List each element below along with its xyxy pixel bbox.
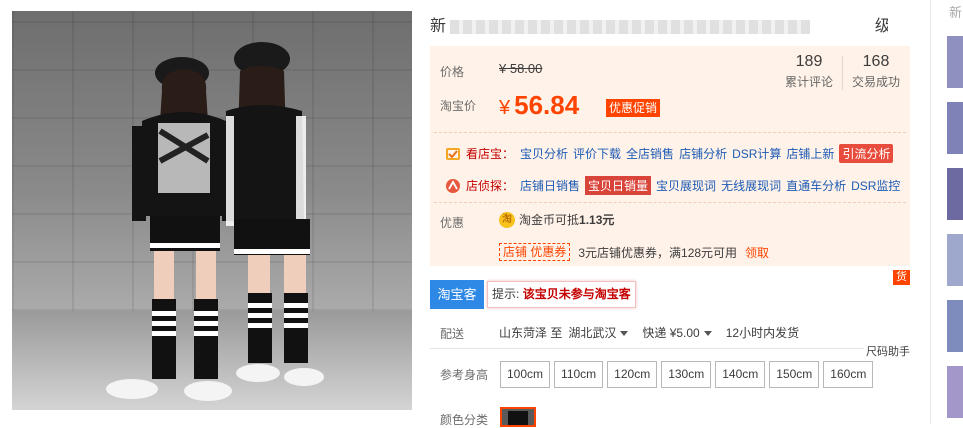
detect-link-dsr-monitor[interactable]: DSR监控 — [851, 177, 900, 194]
claim-coupon-link[interactable]: 领取 — [745, 244, 769, 261]
shop-link-store-analysis[interactable]: 店铺分析 — [679, 145, 727, 162]
height-label: 参考身高 — [440, 368, 489, 382]
sales-label: 交易成功 — [851, 75, 900, 89]
recommend-thumb[interactable] — [947, 234, 963, 286]
ship-time: 12小时内发货 — [725, 326, 800, 340]
recommend-thumb[interactable] — [947, 366, 963, 418]
color-swatch-selected[interactable] — [500, 407, 536, 427]
recommend-thumb[interactable] — [947, 300, 963, 352]
coin-text: 淘金币可抵 — [519, 213, 580, 227]
panel-divider-2 — [434, 202, 906, 203]
ship-to-value: 湖北武汉 — [568, 326, 617, 340]
current-price: ¥56.84 — [499, 90, 579, 123]
tip-message: 该宝贝未参与淘宝客 — [522, 287, 631, 301]
taoke-tip: 提示: 该宝贝未参与淘宝客 — [487, 281, 636, 308]
kids-outfit-figures — [106, 42, 324, 401]
right-column-heading: 新 — [949, 5, 963, 20]
sales-stat: 168 交易成功 — [850, 53, 902, 90]
shop-link-item-analysis[interactable]: 宝贝分析 — [520, 145, 568, 162]
height-option-110[interactable]: 110cm — [554, 361, 604, 388]
detective-icon — [446, 178, 460, 193]
taoke-button[interactable]: 淘宝客 — [430, 280, 484, 309]
taobao-price-label: 淘宝价 — [440, 99, 477, 113]
store-coupon-tag: 店铺 优惠券 — [499, 243, 571, 261]
reviews-label: 累计评论 — [784, 75, 833, 89]
goods-tag[interactable]: 货 — [893, 270, 910, 285]
product-title: 新 级 — [430, 12, 888, 34]
promo-badge[interactable]: 优惠促销 — [606, 99, 661, 117]
ship-to-select[interactable]: 湖北武汉 — [568, 324, 629, 341]
ship-method-select[interactable]: 快递 ¥5.00 — [642, 324, 712, 341]
original-price: ¥ 58.00 — [499, 61, 543, 76]
currency-symbol: ¥ — [499, 97, 511, 119]
chevron-down-icon — [620, 331, 629, 337]
detect-link-mobile-keywords[interactable]: 无线展现词 — [721, 177, 781, 194]
detect-tools-row: 店侦探： 店铺日销售 宝贝日销量 宝贝展现词 无线展现词 直通车分析 DSR监控 — [446, 176, 905, 195]
detect-link-item-daily-volume[interactable]: 宝贝日销量 — [585, 176, 652, 195]
coin-row: 淘 淘金币可抵 1.13元 — [499, 211, 614, 228]
recommend-thumb[interactable] — [947, 102, 963, 154]
color-label: 颜色分类 — [440, 413, 489, 427]
reviews-stat[interactable]: 189 累计评论 — [784, 53, 834, 90]
color-swatch-image — [508, 411, 528, 425]
size-helper-link[interactable]: 尺码助手 — [864, 343, 910, 359]
shop-link-new-arrivals[interactable]: 店铺上新 — [786, 145, 834, 162]
detect-tools-label: 店侦探： — [466, 179, 515, 193]
height-option-140[interactable]: 140cm — [715, 361, 766, 388]
coin-amount: 1.13元 — [579, 213, 615, 227]
shop-tools-label: 看店宝： — [466, 147, 515, 161]
title-prefix: 新 — [430, 18, 447, 34]
tip-prefix: 提示: — [492, 287, 520, 301]
detect-link-item-keywords[interactable]: 宝贝展现词 — [656, 177, 716, 194]
shipping-row: 山东菏泽 至 湖北武汉 快递 ¥5.00 12小时内发货 — [499, 324, 799, 341]
height-option-100[interactable]: 100cm — [500, 361, 551, 388]
discount-label: 优惠 — [440, 216, 465, 230]
detect-link-daily-sales[interactable]: 店铺日销售 — [520, 177, 580, 194]
shop-tools-row: 看店宝： 宝贝分析 评价下载 全店销售 店铺分析 DSR计算 店铺上新 引流分析 — [446, 144, 898, 163]
shop-link-dsr-calc[interactable]: DSR计算 — [732, 145, 781, 162]
height-option-130[interactable]: 130cm — [661, 361, 712, 388]
sales-count: 168 — [862, 53, 890, 70]
reviews-count: 189 — [795, 53, 823, 70]
price-label: 价格 — [440, 65, 465, 79]
coupon-text: 3元店铺优惠券，满128元可用 — [578, 245, 738, 260]
title-redacted — [450, 19, 811, 34]
height-option-120[interactable]: 120cm — [607, 361, 658, 388]
recommend-thumb[interactable] — [947, 36, 963, 88]
height-option-160[interactable]: 160cm — [823, 361, 874, 388]
ship-method-value: 快递 ¥5.00 — [642, 326, 700, 340]
shipping-divider — [430, 348, 906, 349]
current-price-value: 56.84 — [514, 90, 580, 120]
ship-from: 山东菏泽 至 — [499, 326, 563, 340]
height-options: 100cm 110cm 120cm 130cm 140cm 150cm 160cm — [500, 361, 877, 388]
chevron-down-icon — [703, 331, 712, 337]
product-main-image[interactable] — [12, 11, 412, 410]
coupon-row: 店铺 优惠券 3元店铺优惠券，满128元可用 领取 — [499, 243, 769, 261]
shop-tools-icon — [446, 147, 460, 160]
title-suffix: 级 — [874, 18, 888, 34]
recommend-thumb[interactable] — [947, 168, 963, 220]
detect-link-ztc-analysis[interactable]: 直通车分析 — [786, 177, 846, 194]
height-option-150[interactable]: 150cm — [769, 361, 820, 388]
taobao-coin-icon: 淘 — [499, 211, 515, 228]
shop-link-traffic-analysis[interactable]: 引流分析 — [839, 144, 894, 163]
shipping-label: 配送 — [440, 327, 465, 341]
panel-divider — [434, 132, 906, 133]
shop-link-review-download[interactable]: 评价下载 — [573, 145, 621, 162]
stats-divider — [842, 56, 843, 90]
right-recommend-column: 新 — [930, 0, 963, 424]
shop-link-store-sales[interactable]: 全店销售 — [626, 145, 674, 162]
